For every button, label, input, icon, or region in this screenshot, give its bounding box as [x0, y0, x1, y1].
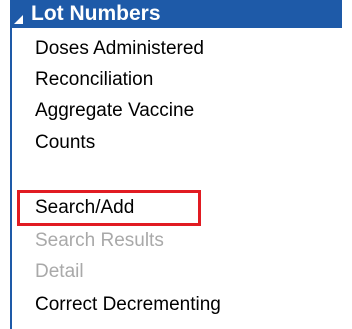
menu-item-reconciliation[interactable]: Reconciliation	[35, 65, 153, 95]
menu-header-lot-numbers[interactable]: Lot Numbers	[10, 0, 342, 28]
lot-numbers-menu: Lot Numbers Doses Administered Reconcili…	[0, 0, 352, 329]
menu-item-correct-decrementing[interactable]: Correct Decrementing	[35, 290, 221, 320]
menu-item-doses-administered[interactable]: Doses Administered	[35, 34, 204, 64]
menu-item-counts[interactable]: Counts	[35, 128, 95, 158]
menu-left-border	[10, 28, 12, 329]
menu-item-search-add[interactable]: Search/Add	[35, 193, 134, 223]
triangle-expanded-icon[interactable]	[14, 15, 23, 24]
menu-header-label: Lot Numbers	[31, 2, 161, 25]
menu-item-detail: Detail	[35, 261, 84, 282]
menu-item-search-results: Search Results	[35, 230, 164, 251]
menu-item-aggregate-vaccine[interactable]: Aggregate Vaccine	[35, 96, 194, 126]
